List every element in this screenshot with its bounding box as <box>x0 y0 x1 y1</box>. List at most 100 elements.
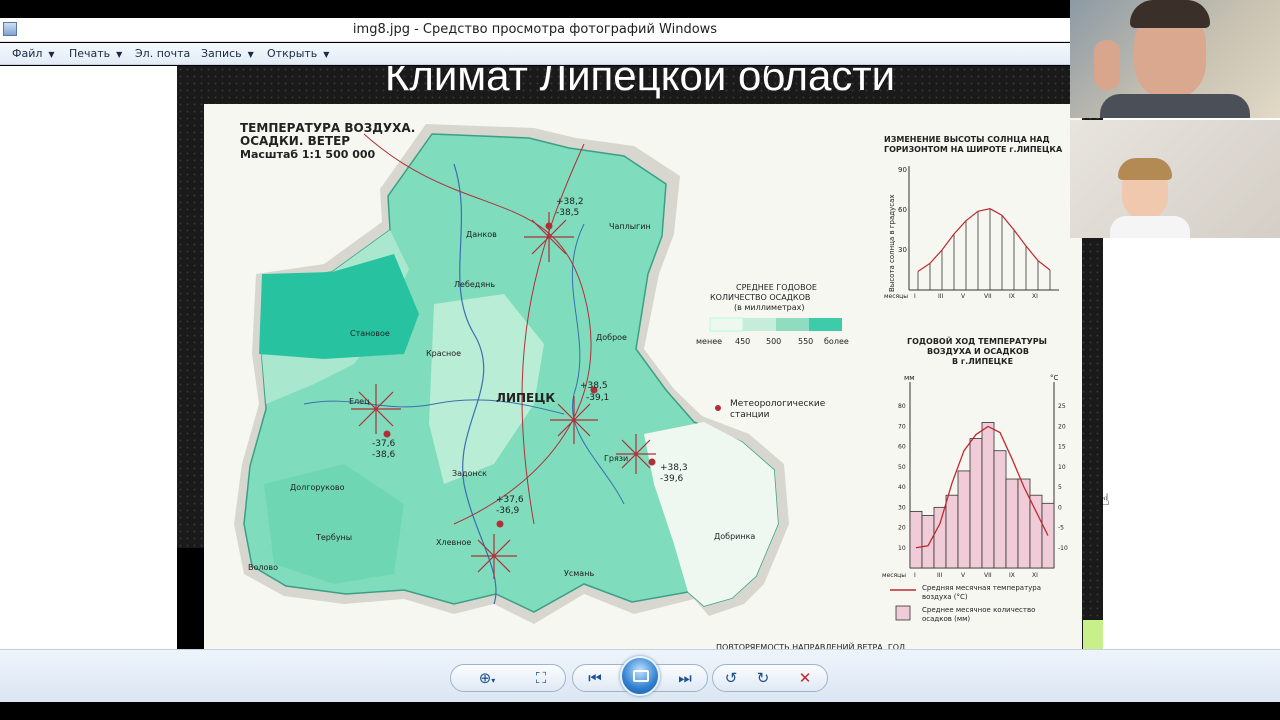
chevron-down-icon: ▼ <box>247 50 254 59</box>
title-bar: img8.jpg - Средство просмотра фотографий… <box>0 18 1070 42</box>
legend-precipitation-label: Среднее месячное количество <box>922 606 1035 614</box>
sun-chart-xtick: IX <box>1009 293 1015 300</box>
precipitation-bar <box>993 450 1007 569</box>
climate-chart-ytick-right: 0 <box>1058 504 1062 511</box>
chevron-down-icon: ▾ <box>491 676 496 685</box>
station-marker <box>648 458 656 466</box>
svg-text:В г.ЛИПЕЦКЕ: В г.ЛИПЕЦКЕ <box>952 357 1013 366</box>
station-legend-label: Метеорологические <box>730 399 826 409</box>
legend-temperature-label: Средняя месячная температура <box>922 584 1041 592</box>
rotate-clockwise-button[interactable]: ↻ <box>751 667 775 689</box>
climate-chart-ytick-left: 70 <box>898 423 906 430</box>
climate-chart-ytick-left: 50 <box>898 464 906 471</box>
precipitation-bar <box>933 506 947 569</box>
next-button[interactable]: ⏭ <box>673 667 697 689</box>
rotate-counterclockwise-button[interactable]: ↺ <box>719 667 743 689</box>
town-label: Воловo <box>248 563 278 572</box>
legend-precipitation-swatch <box>895 605 911 621</box>
sun-height-chart: ИЗМЕНЕНИЕ ВЫСОТЫ СОЛНЦА НАД ГОРИЗОНТОМ Н… <box>884 135 1063 300</box>
legend-swatch <box>743 318 776 331</box>
svg-text:осадков (мм): осадков (мм) <box>922 615 970 623</box>
svg-text:КОЛИЧЕСТВО ОСАДКОВ: КОЛИЧЕСТВО ОСАДКОВ <box>710 293 810 302</box>
webcam-video-student <box>1070 120 1280 238</box>
zoom-icon: ⊕ <box>478 669 492 687</box>
legend-swatch <box>776 318 809 331</box>
climate-chart-ytick-left: 40 <box>898 484 906 491</box>
menu-email[interactable]: Эл. почта <box>135 47 190 60</box>
climate-chart-xtick: III <box>937 572 943 579</box>
town-label: Хлевное <box>436 538 471 547</box>
temp-label: -39,1 <box>586 393 609 403</box>
map-sheet: ТЕМПЕРАТУРА ВОЗДУХА. ОСАДКИ. ВЕТЕР Масшт… <box>204 104 1082 649</box>
climate-chart-xtick: VII <box>984 572 992 579</box>
previous-button[interactable]: ⏮ <box>583 667 607 689</box>
town-label: Красное <box>426 349 461 358</box>
delete-button[interactable]: ✕ <box>793 667 817 689</box>
legend-label: 450 <box>735 337 750 346</box>
toolbar-group-zoom: ⊕▾ ⛶ <box>450 664 566 692</box>
previous-icon: ⏮ <box>588 669 602 687</box>
town-label: Доброе <box>596 333 627 342</box>
legend-swatch <box>809 318 842 331</box>
town-label: Долгоруково <box>290 483 345 492</box>
sun-chart-xtick: III <box>938 293 944 300</box>
chevron-down-icon: ▼ <box>323 50 330 59</box>
town-label: Лебедянь <box>454 280 495 289</box>
town-label: Тербуны <box>315 533 352 542</box>
climate-chart-xtick: I <box>914 572 916 579</box>
viewer-margin-right <box>1103 238 1280 649</box>
temp-label: -36,9 <box>496 506 520 516</box>
temp-label: -38,5 <box>556 208 579 218</box>
town-label: Становое <box>350 329 390 338</box>
sun-chart-xtick: XI <box>1032 293 1038 300</box>
menu-file[interactable]: Файл ▼ <box>12 47 55 60</box>
mouse-cursor-hand-icon: ☝ <box>1100 490 1110 509</box>
sun-chart-ytick: 30 <box>898 246 907 254</box>
slideshow-icon <box>633 670 649 682</box>
temp-label: +38,2 <box>556 197 584 207</box>
slideshow-button[interactable] <box>620 656 660 696</box>
menu-print[interactable]: Печать ▼ <box>69 47 122 60</box>
temp-label: +38,5 <box>580 381 608 391</box>
sun-chart-ytick: 60 <box>898 206 907 214</box>
climate-chart-xlabel: месяцы <box>882 572 906 579</box>
precipitation-bar <box>1005 478 1019 569</box>
town-label: Чаплыгин <box>609 222 651 231</box>
precipitation-bar <box>1029 494 1043 569</box>
climate-chart-ytick-right: 20 <box>1058 423 1066 430</box>
fit-window-icon: ⛶ <box>535 669 547 687</box>
menu-burn[interactable]: Запись ▼ <box>201 47 254 60</box>
climate-chart-ytick-right: -5 <box>1058 525 1064 532</box>
station-marker <box>496 520 504 528</box>
screen: img8.jpg - Средство просмотра фотографий… <box>0 0 1280 720</box>
precipitation-bar <box>1017 478 1031 569</box>
svg-text:ВОЗДУХА И ОСАДКОВ: ВОЗДУХА И ОСАДКОВ <box>927 347 1029 356</box>
fit-to-window-button[interactable]: ⛶ <box>529 667 553 689</box>
temp-label: -39,6 <box>660 474 684 484</box>
climate-chart-xtick: XI <box>1032 572 1038 579</box>
zoom-button[interactable]: ⊕▾ <box>475 667 499 689</box>
menu-open[interactable]: Открыть ▼ <box>267 47 329 60</box>
window-title: img8.jpg - Средство просмотра фотографий… <box>352 22 718 37</box>
temp-label: +37,6 <box>496 495 524 505</box>
delete-icon: ✕ <box>798 669 812 687</box>
climate-chart-ytick-left: 30 <box>898 504 906 511</box>
svg-text:станции: станции <box>730 410 770 420</box>
climate-chart-ytick-left: 60 <box>898 444 906 451</box>
temp-label: +38,3 <box>660 463 688 473</box>
climate-chart-ytick-right: 5 <box>1058 484 1062 491</box>
slide-title: Климат Липецкой области <box>384 66 896 99</box>
precipitation-bar <box>945 494 959 569</box>
climate-chart-ytick-right: 25 <box>1058 403 1066 410</box>
town-label: Грязи <box>604 454 628 463</box>
sun-chart-ytick: 90 <box>898 166 907 174</box>
legend-swatch <box>709 317 744 332</box>
town-label: Данков <box>466 230 497 239</box>
climate-chart: ГОДОВОЙ ХОД ТЕМПЕРАТУРЫ ВОЗДУХА И ОСАДКО… <box>882 335 1068 623</box>
precipitation-bar <box>957 470 971 569</box>
sun-chart-xtick: VII <box>984 293 992 300</box>
menu-bar: Файл ▼ Печать ▼ Эл. почта Запись ▼ Открыть ▼ <box>0 43 1070 65</box>
town-label: Добринка <box>714 532 755 541</box>
legend-label: 500 <box>766 337 781 346</box>
sun-chart-xtick: V <box>961 293 966 300</box>
